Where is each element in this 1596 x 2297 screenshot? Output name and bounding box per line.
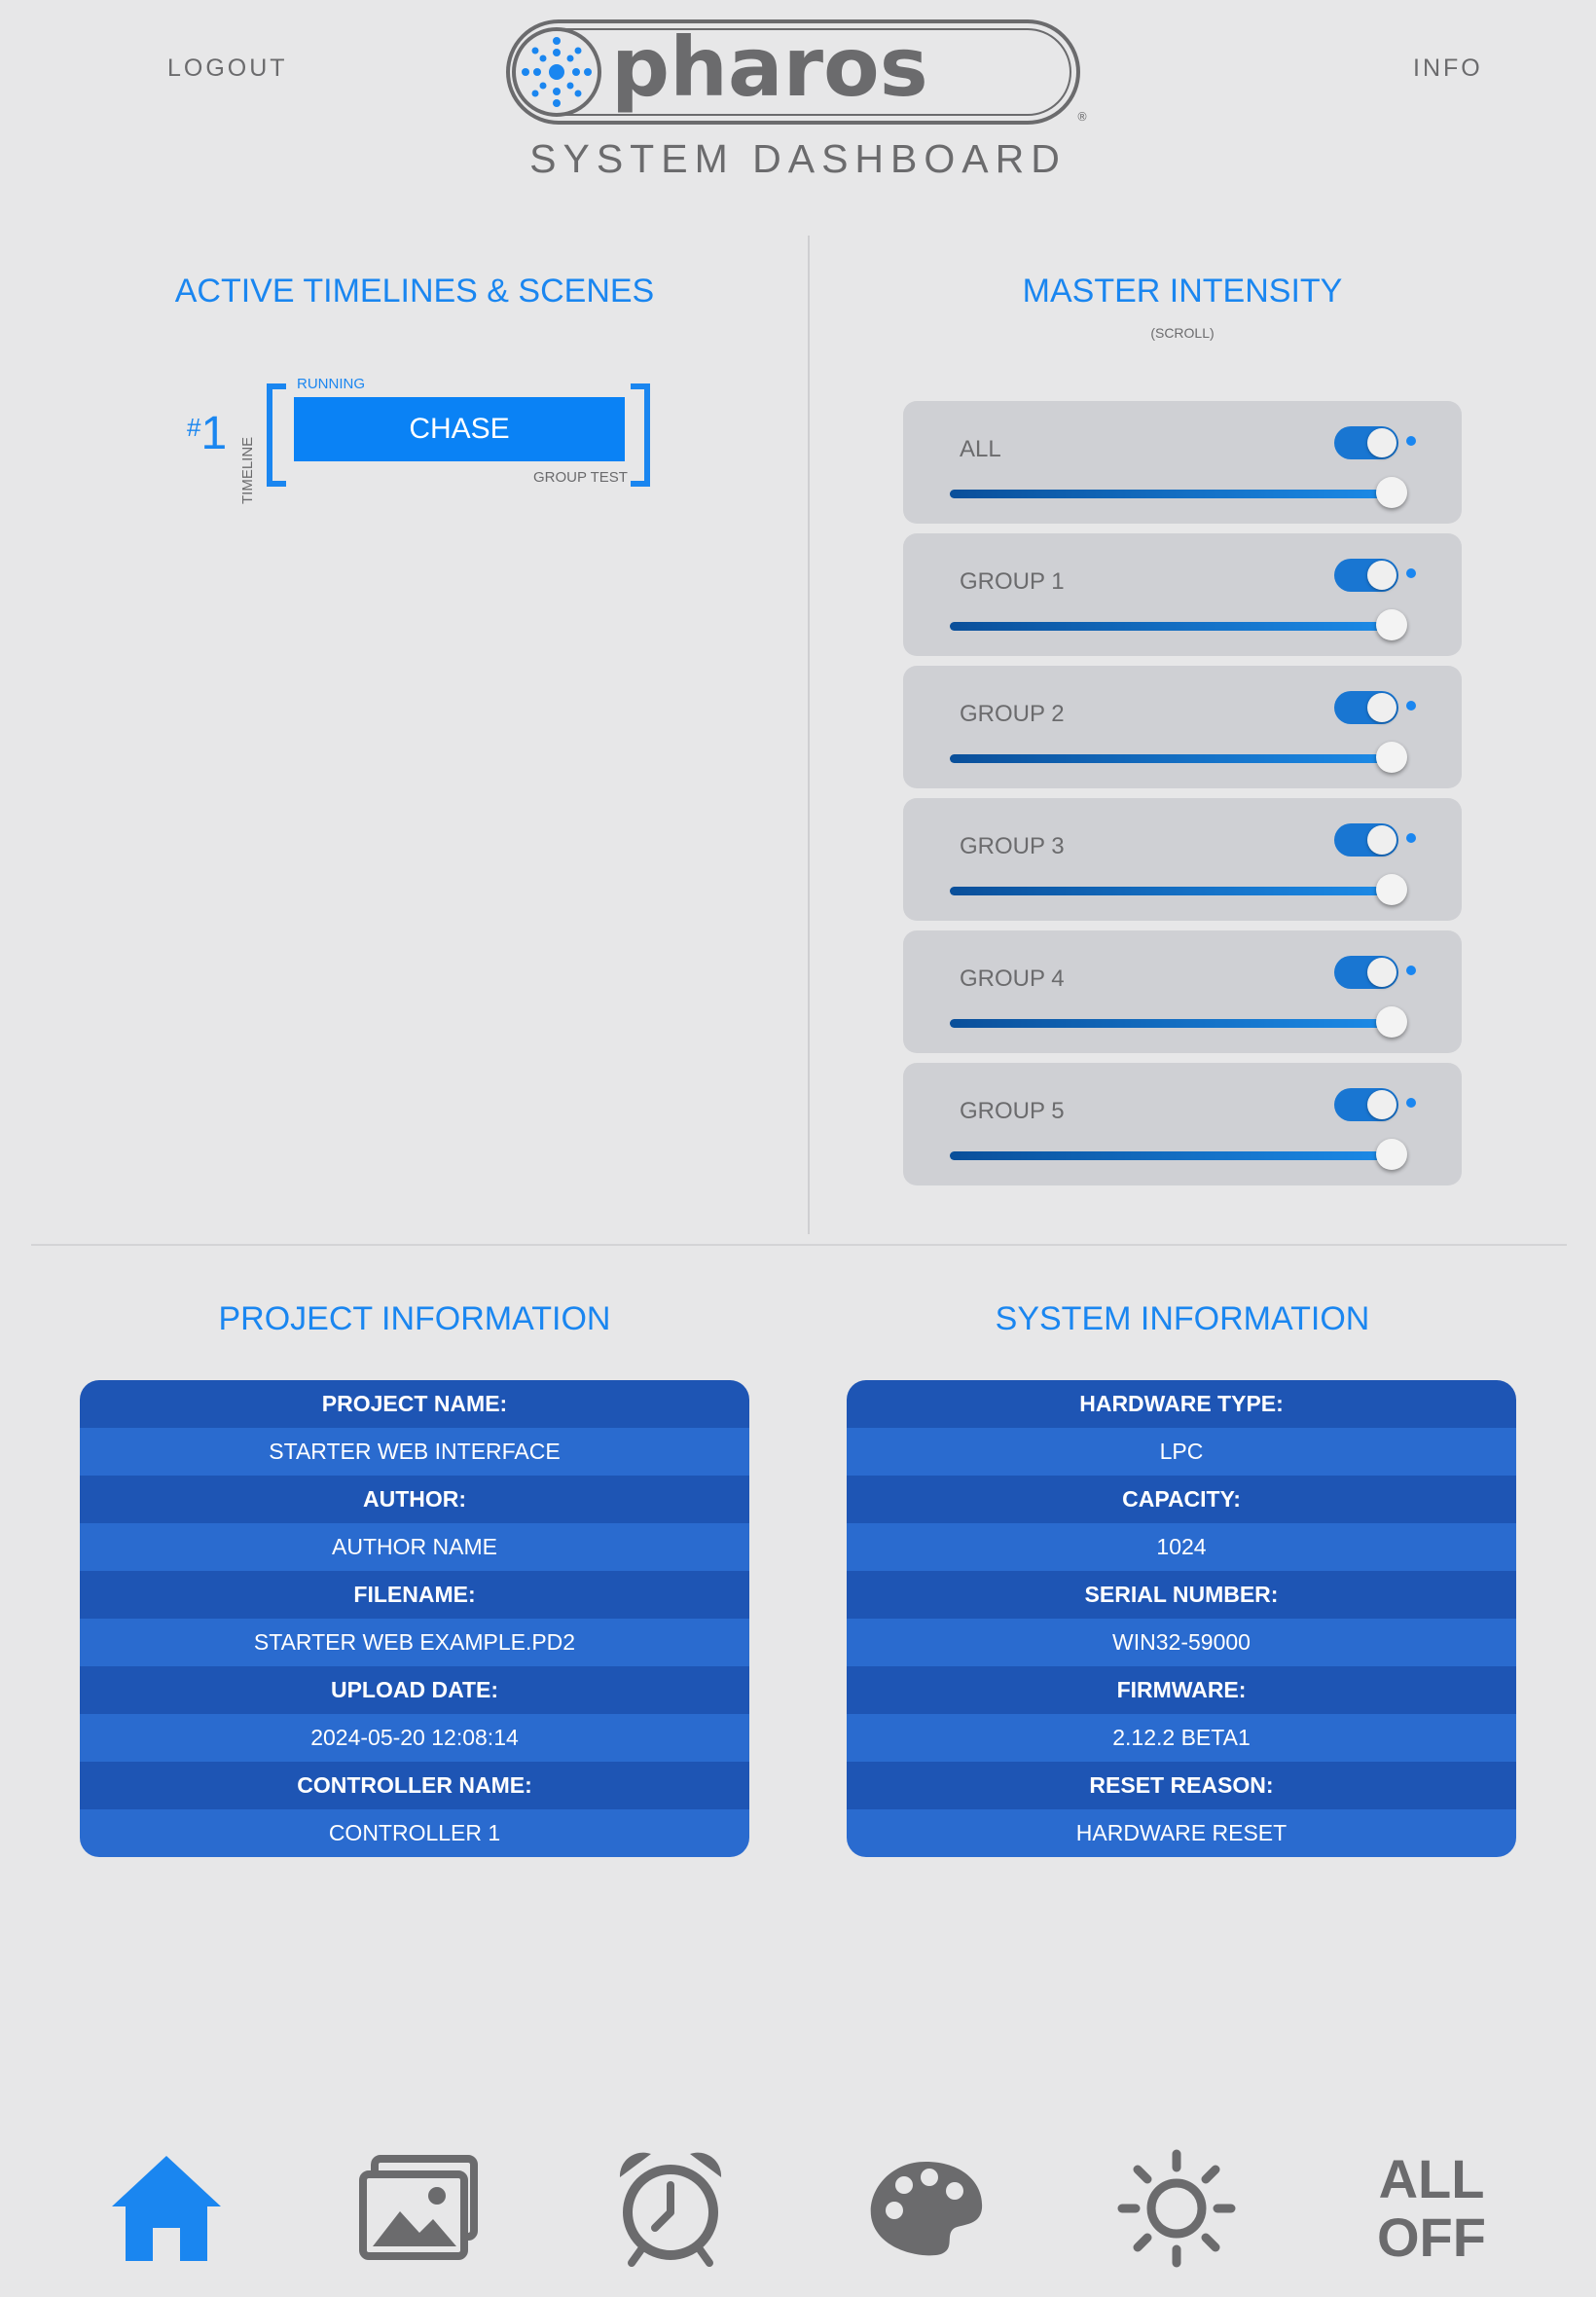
intensity-label: GROUP 3 <box>960 833 1065 859</box>
info-link[interactable]: INFO <box>1413 55 1483 83</box>
alarm-clock-icon <box>619 2152 722 2267</box>
master-intensity-title: MASTER INTENSITY <box>1022 273 1343 310</box>
status-indicator-dot <box>1406 436 1416 446</box>
system-information-title: SYSTEM INFORMATION <box>995 1300 1370 1337</box>
timeline-group: GROUP TEST <box>533 469 628 486</box>
page-subtitle: SYSTEM DASHBOARD <box>529 136 1067 181</box>
intensity-toggle[interactable] <box>1334 559 1398 592</box>
info-key: FILENAME: <box>80 1571 749 1619</box>
timeline-bracket-right <box>631 383 650 487</box>
info-value: 2.12.2 BETA1 <box>847 1714 1516 1762</box>
info-value: 1024 <box>847 1523 1516 1571</box>
pharos-logo: pharos ® <box>504 16 1092 128</box>
toggle-knob <box>1367 428 1396 457</box>
toggle-knob <box>1367 561 1396 590</box>
intensity-label: GROUP 4 <box>960 966 1065 992</box>
timeline-state: RUNNING <box>297 376 365 392</box>
intensity-label: GROUP 1 <box>960 568 1065 595</box>
status-indicator-dot <box>1406 568 1416 578</box>
nav-palette-button[interactable] <box>862 2145 989 2272</box>
intensity-slider-thumb[interactable] <box>1376 1139 1408 1170</box>
info-value: STARTER WEB EXAMPLE.PD2 <box>80 1619 749 1666</box>
info-key: AUTHOR: <box>80 1476 749 1523</box>
status-indicator-dot <box>1406 701 1416 711</box>
project-information-title: PROJECT INFORMATION <box>218 1300 611 1337</box>
nav-brightness-button[interactable] <box>1113 2145 1240 2272</box>
intensity-label: GROUP 5 <box>960 1098 1065 1124</box>
info-key: RESET REASON: <box>847 1762 1516 1809</box>
home-icon <box>112 2156 221 2261</box>
intensity-label: ALL <box>960 436 1001 462</box>
project-information-table: PROJECT NAME: STARTER WEB INTERFACE AUTHOR… <box>80 1380 749 1857</box>
timeline-chase-button[interactable]: CHASE <box>294 397 625 461</box>
nav-home-button[interactable] <box>103 2145 230 2272</box>
toggle-knob <box>1367 693 1396 722</box>
intensity-slider-thumb[interactable] <box>1376 477 1408 508</box>
intensity-slider-track[interactable] <box>950 1019 1396 1028</box>
nav-all-off-button[interactable]: ALL OFF <box>1368 2145 1495 2272</box>
nav-alarm-button[interactable] <box>607 2145 734 2272</box>
intensity-toggle[interactable] <box>1334 426 1398 459</box>
vertical-divider <box>808 236 810 1234</box>
intensity-slider-track[interactable] <box>950 754 1396 763</box>
active-timelines-title: ACTIVE TIMELINES & SCENES <box>174 273 655 310</box>
timeline-number: #1 <box>187 408 228 459</box>
svg-text:pharos: pharos <box>611 19 928 115</box>
info-key: FIRMWARE: <box>847 1666 1516 1714</box>
intensity-card: GROUP 4 <box>903 930 1462 1053</box>
info-value: STARTER WEB INTERFACE <box>80 1428 749 1476</box>
system-information-table: HARDWARE TYPE: LPC CAPACITY: 1024 SERIAL NUM… <box>847 1380 1516 1857</box>
intensity-slider-thumb[interactable] <box>1376 742 1408 773</box>
toggle-knob <box>1367 825 1396 855</box>
intensity-card: GROUP 2 <box>903 666 1462 788</box>
intensity-card: GROUP 5 <box>903 1063 1462 1185</box>
all-off-line1: ALL <box>1378 2148 1485 2209</box>
info-value: AUTHOR NAME <box>80 1523 749 1571</box>
intensity-toggle[interactable] <box>1334 1088 1398 1121</box>
info-key: CAPACITY: <box>847 1476 1516 1523</box>
logout-link[interactable]: LOGOUT <box>167 55 288 83</box>
info-key: UPLOAD DATE: <box>80 1666 749 1714</box>
info-key: HARDWARE TYPE: <box>847 1380 1516 1428</box>
toggle-knob <box>1367 1090 1396 1119</box>
intensity-slider-track[interactable] <box>950 622 1396 631</box>
intensity-toggle[interactable] <box>1334 823 1398 857</box>
all-off-line2: OFF <box>1377 2206 1486 2268</box>
palette-icon <box>870 2162 983 2256</box>
intensity-slider-track[interactable] <box>950 887 1396 895</box>
nav-images-button[interactable] <box>356 2145 483 2272</box>
toggle-knob <box>1367 958 1396 987</box>
status-indicator-dot <box>1406 966 1416 975</box>
intensity-slider-track[interactable] <box>950 1151 1396 1160</box>
intensity-toggle[interactable] <box>1334 956 1398 989</box>
sun-icon <box>1117 2149 1236 2268</box>
status-indicator-dot <box>1406 1098 1416 1108</box>
info-value: HARDWARE RESET <box>847 1809 1516 1857</box>
info-value: 2024-05-20 12:08:14 <box>80 1714 749 1762</box>
intensity-label: GROUP 2 <box>960 701 1065 727</box>
info-key: SERIAL NUMBER: <box>847 1571 1516 1619</box>
timeline-bracket-left <box>267 383 286 487</box>
intensity-card: ALL <box>903 401 1462 524</box>
info-key: PROJECT NAME: <box>80 1380 749 1428</box>
horizontal-divider <box>31 1244 1567 1246</box>
intensity-slider-thumb[interactable] <box>1376 609 1408 640</box>
intensity-card: GROUP 1 <box>903 533 1462 656</box>
images-icon <box>359 2155 478 2260</box>
info-value: LPC <box>847 1428 1516 1476</box>
status-indicator-dot <box>1406 833 1416 843</box>
svg-text:®: ® <box>1076 110 1088 124</box>
timeline-vertical-label: TIMELINE <box>239 436 256 504</box>
info-key: CONTROLLER NAME: <box>80 1762 749 1809</box>
intensity-slider-track[interactable] <box>950 490 1396 498</box>
intensity-slider-thumb[interactable] <box>1376 874 1408 905</box>
intensity-slider-thumb[interactable] <box>1376 1006 1408 1038</box>
intensity-card: GROUP 3 <box>903 798 1462 921</box>
intensity-toggle[interactable] <box>1334 691 1398 724</box>
master-intensity-hint: (SCROLL) <box>1150 325 1215 341</box>
info-value: CONTROLLER 1 <box>80 1809 749 1857</box>
info-value: WIN32-59000 <box>847 1619 1516 1666</box>
